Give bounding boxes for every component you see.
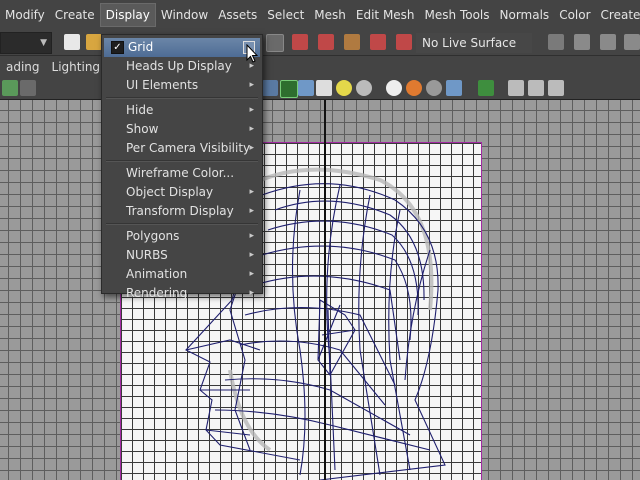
resolution-gate-icon[interactable]: [478, 80, 494, 96]
panel-menu-lighting[interactable]: Lighting: [46, 60, 107, 74]
light-icon[interactable]: [336, 80, 352, 96]
submenu-arrow-icon: ▸: [249, 288, 254, 298]
safe-frame-icon[interactable]: [528, 80, 544, 96]
snap-grid-icon[interactable]: [266, 34, 284, 52]
menu-divider: [106, 97, 258, 99]
isolate-icon[interactable]: [280, 80, 298, 98]
menu-item-label: UI Elements: [126, 78, 199, 92]
magnet-icon[interactable]: [396, 34, 412, 50]
bookmark-icon[interactable]: [20, 80, 36, 96]
menu-item-polygons[interactable]: Polygons ▸: [102, 227, 262, 246]
status-line: ▼: [0, 30, 640, 56]
menu-item-object-display[interactable]: Object Display ▸: [102, 183, 262, 202]
render-settings-icon[interactable]: [600, 34, 616, 50]
menu-item-label: Animation: [126, 267, 188, 281]
render-icon[interactable]: [574, 34, 590, 50]
menu-divider: [106, 160, 258, 162]
snap-curve-icon[interactable]: [292, 34, 308, 50]
menu-item-rendering[interactable]: Rendering ▸: [102, 284, 262, 303]
menu-item-label: Wireframe Color...: [126, 166, 235, 180]
menu-item-grid[interactable]: ✓ Grid: [104, 38, 260, 57]
submenu-arrow-icon: ▸: [249, 124, 254, 134]
menu-item-label: Transform Display: [126, 204, 234, 218]
submenu-arrow-icon: ▸: [249, 250, 254, 260]
aa-icon[interactable]: [426, 80, 442, 96]
menu-item-transform-display[interactable]: Transform Display ▸: [102, 202, 262, 221]
menu-item-label: Polygons: [126, 229, 180, 243]
chevron-down-icon: ▼: [40, 38, 47, 48]
motion-blur-icon[interactable]: [406, 80, 422, 96]
mouse-cursor-icon: [246, 44, 258, 63]
menu-create-uvs[interactable]: Create UVs: [596, 4, 640, 26]
panel-toolbar: [0, 78, 640, 100]
submenu-arrow-icon: ▸: [249, 206, 254, 216]
menu-item-label: Per Camera Visibility: [126, 141, 251, 155]
menu-item-wireframe-color[interactable]: Wireframe Color...: [102, 164, 262, 183]
submenu-arrow-icon: ▸: [249, 269, 254, 279]
checkmark-icon[interactable]: ✓: [111, 41, 124, 54]
submenu-arrow-icon: ▸: [249, 105, 254, 115]
menu-item-label: Grid: [128, 40, 154, 54]
head-wireframe: [185, 167, 446, 480]
menu-select[interactable]: Select: [262, 4, 309, 26]
history-icon[interactable]: [548, 34, 564, 50]
menu-item-ui-elements[interactable]: UI Elements ▸: [102, 76, 262, 95]
main-menubar: Modify Create Display Window Assets Sele…: [0, 0, 640, 31]
menu-item-show[interactable]: Show ▸: [102, 120, 262, 139]
menu-item-label: Hide: [126, 103, 154, 117]
menu-item-label: Rendering: [126, 286, 188, 300]
menu-window[interactable]: Window: [156, 4, 213, 26]
open-scene-icon[interactable]: [86, 34, 102, 50]
grid-axis-line: [324, 100, 326, 480]
smooth-shade-icon[interactable]: [298, 80, 314, 96]
menu-edit-mesh[interactable]: Edit Mesh: [351, 4, 420, 26]
xray-icon[interactable]: [446, 80, 462, 96]
ao-icon[interactable]: [386, 80, 402, 96]
snap-surface-icon[interactable]: [370, 34, 386, 50]
textured-icon[interactable]: [316, 80, 332, 96]
submenu-arrow-icon: ▸: [249, 187, 254, 197]
menu-item-nurbs[interactable]: NURBS ▸: [102, 246, 262, 265]
share-icon[interactable]: [548, 80, 564, 96]
menu-mesh-tools[interactable]: Mesh Tools: [420, 4, 495, 26]
camera-icon[interactable]: [2, 80, 18, 96]
menu-item-label: Show: [126, 122, 159, 136]
menu-mesh[interactable]: Mesh: [309, 4, 351, 26]
menu-modify[interactable]: Modify: [0, 4, 50, 26]
submenu-arrow-icon: ▸: [249, 231, 254, 241]
hypershade-icon[interactable]: [624, 34, 640, 50]
submenu-arrow-icon: ▸: [249, 80, 254, 90]
menu-create[interactable]: Create: [50, 4, 100, 26]
menu-color[interactable]: Color: [554, 4, 595, 26]
wireframe-icon[interactable]: [262, 80, 278, 96]
menu-normals[interactable]: Normals: [495, 4, 555, 26]
snap-view-icon[interactable]: [344, 34, 360, 50]
new-scene-icon[interactable]: [64, 34, 80, 50]
menu-item-label: Object Display: [126, 185, 214, 199]
snap-point-icon[interactable]: [318, 34, 334, 50]
panel-menubar: ading Lighting Sh: [0, 56, 640, 78]
film-gate-icon[interactable]: [508, 80, 524, 96]
shadow-icon[interactable]: [356, 80, 372, 96]
menu-item-label: Heads Up Display: [126, 59, 232, 73]
display-menu-dropdown: ✓ Grid Heads Up Display ▸ UI Elements ▸ Hi…: [101, 34, 263, 300]
menu-divider: [106, 223, 258, 225]
menu-display[interactable]: Display: [99, 3, 156, 27]
menu-item-per-camera-visibility[interactable]: Per Camera Visibility ▸: [102, 139, 262, 158]
live-surface-field[interactable]: No Live Surface: [416, 33, 532, 53]
submenu-arrow-icon: ▸: [249, 143, 254, 153]
menu-set-dropdown[interactable]: ▼: [0, 32, 52, 54]
panel-menu-shading[interactable]: ading: [0, 60, 46, 74]
menu-item-animation[interactable]: Animation ▸: [102, 265, 262, 284]
menu-item-hide[interactable]: Hide ▸: [102, 101, 262, 120]
menu-item-label: NURBS: [126, 248, 168, 262]
menu-assets[interactable]: Assets: [213, 4, 262, 26]
menu-item-heads-up-display[interactable]: Heads Up Display ▸: [102, 57, 262, 76]
